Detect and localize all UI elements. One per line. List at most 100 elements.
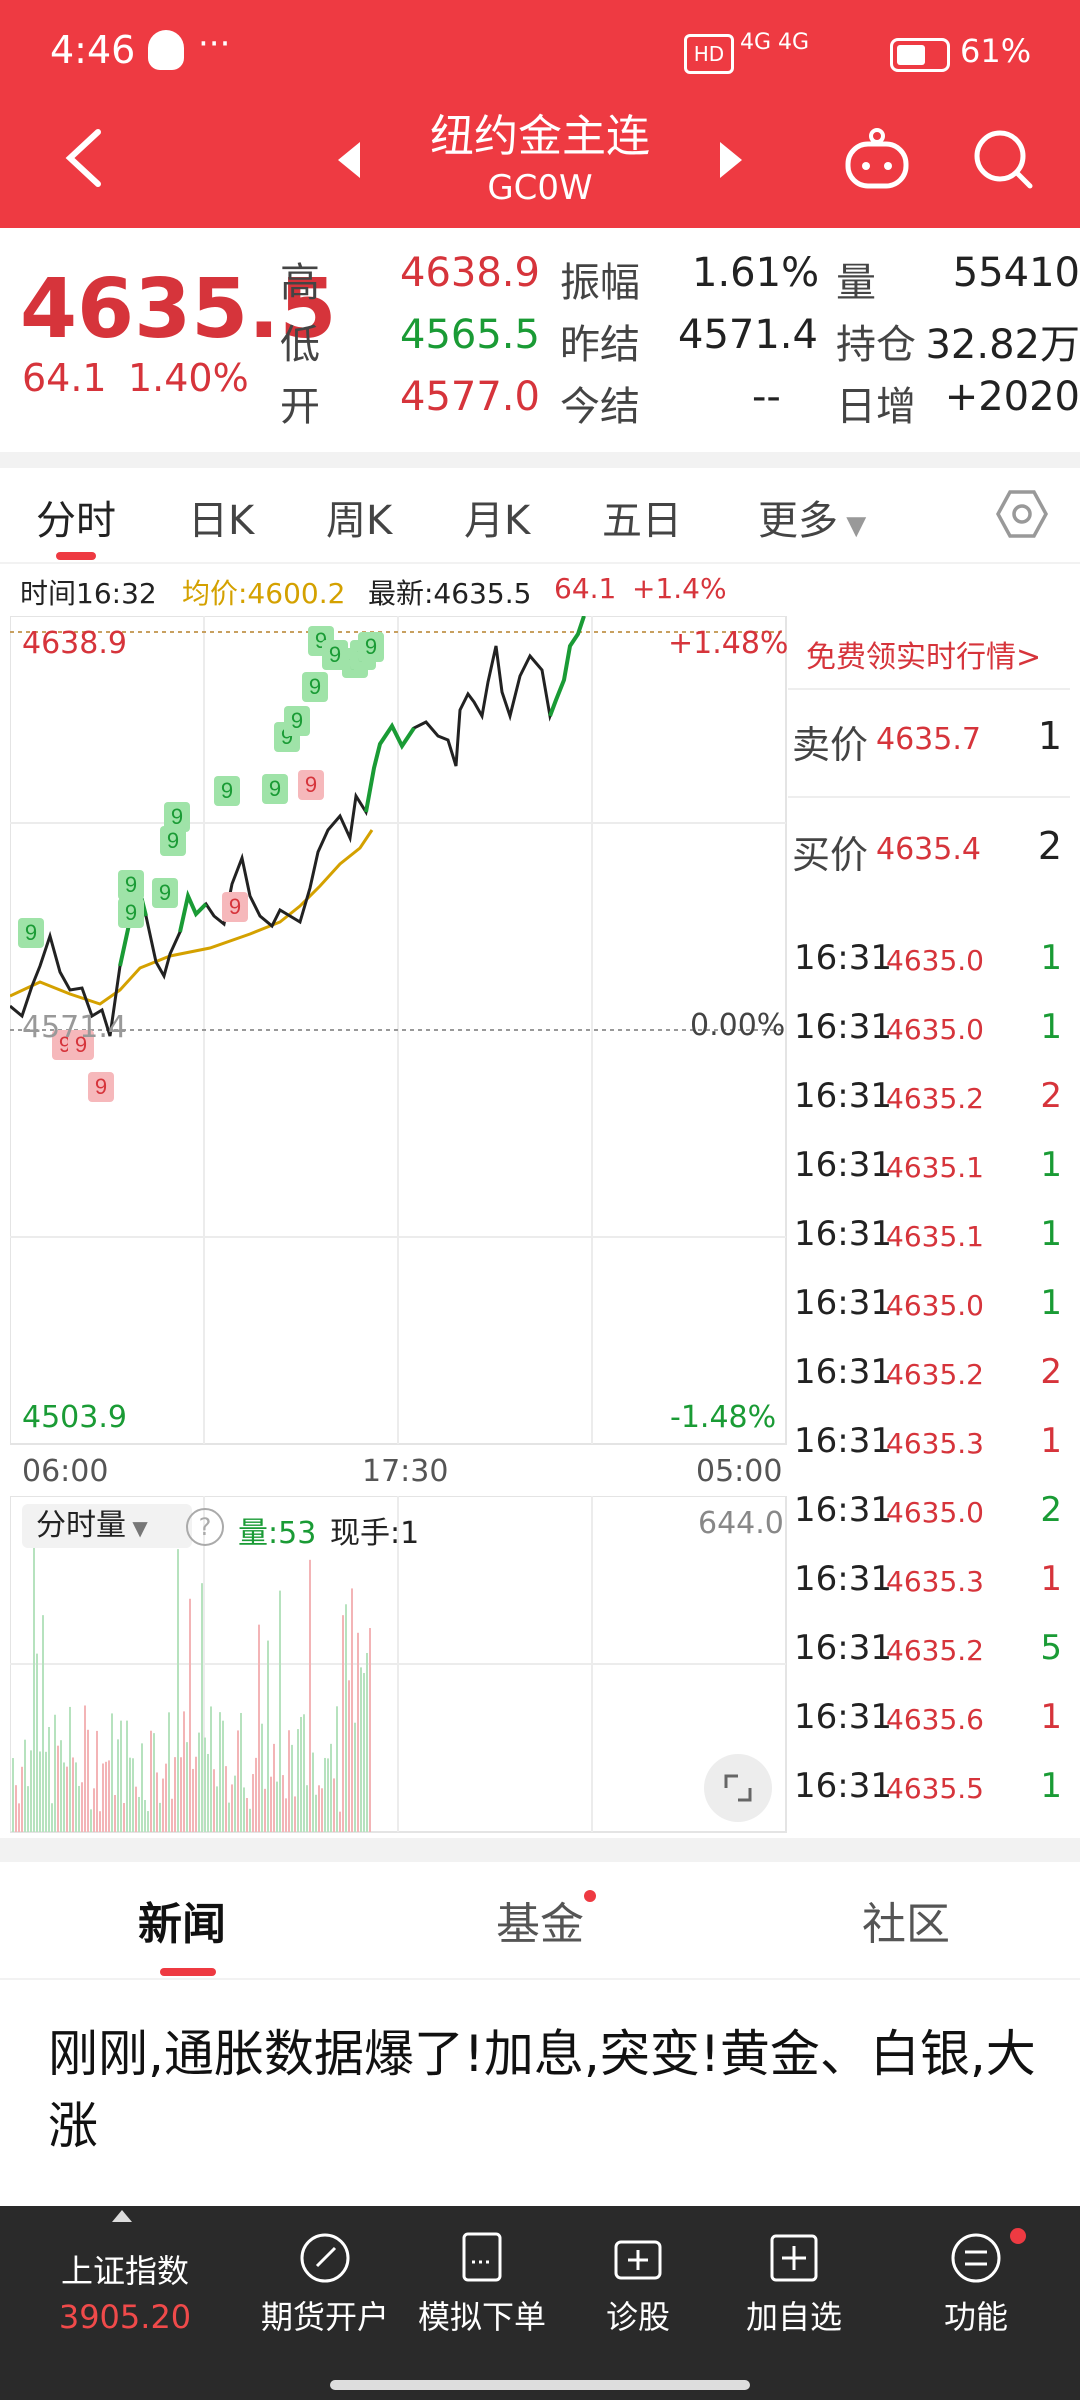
tick-price: 4635.1 [886,1151,984,1184]
tick-time: 16:31 [794,1559,892,1599]
volume-bar [63,1762,65,1832]
volume-bar [273,1743,275,1832]
divider [0,1978,1080,1980]
chevron-down-icon: ▼ [838,511,867,541]
volume-selector[interactable]: 分时量 ▼ [22,1504,192,1548]
svg-text:9: 9 [25,920,37,945]
avg-price: 均价:4600.2 [182,577,346,610]
home-indicator [330,2380,750,2390]
settings-icon[interactable] [996,488,1048,540]
y-axis-mid-pct: 0.00% [690,1008,786,1043]
tab-monthly-k[interactable]: 月K [464,488,530,546]
tick-time: 16:31 [794,1007,892,1047]
promo-banner[interactable]: 免费领实时行情> [788,616,1070,690]
tick-time: 16:31 [794,1766,892,1806]
tick-row: 16:31 4635.2 2 [790,1352,1070,1421]
svg-text:9: 9 [365,634,377,659]
tick-time: 16:31 [794,1076,892,1116]
volume-bar [366,1652,368,1832]
tab-community[interactable]: 社区 [862,1888,950,1952]
price-change: 64.1 [22,356,107,400]
volume-bar [243,1787,245,1832]
sell-qty: 1 [1037,714,1062,758]
nav-futures-account[interactable]: 期货开户 [250,2206,400,2376]
volume-bar [156,1772,158,1832]
volume-bar [186,1742,188,1832]
crosshair-time: 时间16:32 [20,577,157,610]
volume-bar [363,1673,365,1832]
tab-weekly-k[interactable]: 周K [326,488,392,546]
tick-qty: 1 [1040,1214,1062,1254]
tick-price: 4635.5 [886,1772,984,1805]
volume-bar [36,1653,38,1832]
volume-bar [369,1628,371,1832]
tick-row: 16:31 4635.5 1 [790,1766,1070,1835]
volume-bar [201,1583,203,1832]
volume-bar [33,1536,35,1832]
volume-bar [42,1615,44,1832]
tab-intraday[interactable]: 分时 [36,488,116,546]
nav-stock-diagnosis[interactable]: 诊股 [568,2206,708,2376]
tab-more[interactable]: 更多 ▼ [758,488,866,546]
volume-bar [183,1711,185,1832]
volume-bar [327,1758,329,1832]
tick-qty: 5 [1040,1628,1062,1668]
svg-text:9: 9 [125,872,137,897]
volume-bar [129,1757,131,1832]
search-icon[interactable] [970,126,1036,192]
volume-bar [144,1800,146,1832]
tick-time: 16:31 [794,1145,892,1185]
low-label: 低 [280,322,320,368]
volume-bar [330,1743,332,1832]
prev-settle-label: 昨结 [560,322,640,368]
tab-five-day[interactable]: 五日 [602,488,682,546]
svg-text:9: 9 [159,880,171,905]
svg-text:9: 9 [329,642,341,667]
tab-fund[interactable]: 基金 [496,1888,584,1952]
volume-bar [132,1758,134,1832]
nav-simulated-order[interactable]: 模拟下单 [404,2206,560,2376]
chevron-up-icon[interactable] [110,2208,134,2224]
tab-news[interactable]: 新闻 [138,1888,226,1952]
help-icon[interactable]: ? [186,1508,224,1546]
volume-bar [72,1757,74,1832]
battery-level: 61% [960,32,1032,70]
tick-row: 16:31 4635.2 2 [790,1076,1070,1145]
volume-bar [45,1751,47,1832]
tick-qty: 2 [1040,1076,1062,1116]
volume-bar [93,1788,95,1832]
volume-bar [168,1712,170,1832]
volume-bar [54,1714,56,1832]
volume-bar [282,1775,284,1832]
svg-text:9: 9 [291,708,303,733]
tick-qty: 1 [1040,938,1062,978]
volume-bar [255,1757,257,1832]
svg-text:9: 9 [95,1074,107,1099]
tick-price: 4635.0 [886,1013,984,1046]
assistant-robot-icon[interactable] [842,126,912,192]
svg-text:9: 9 [269,776,281,801]
tick-row: 16:31 4635.6 1 [790,1697,1070,1766]
volume-bar [207,1753,209,1832]
news-headline[interactable]: 刚刚,通胀数据爆了!加息,突变!黄金、白银,大涨 [48,2018,1038,2162]
tick-price: 4635.0 [886,944,984,977]
tick-time: 16:31 [794,1697,892,1737]
svg-text:9: 9 [305,772,317,797]
volume-bar [177,1549,179,1832]
volume-bar [222,1720,224,1832]
fullscreen-icon[interactable] [704,1754,772,1822]
tab-daily-k[interactable]: 日K [188,488,254,546]
next-contract-icon[interactable] [716,140,746,180]
index-name[interactable]: 上证指数 [0,2246,250,2292]
volume-bar [219,1712,221,1832]
volume-bar [120,1720,122,1832]
volume-bar [204,1737,206,1832]
nav-add-watchlist[interactable]: 加自选 [724,2206,864,2376]
x-axis-start: 06:00 [22,1454,109,1489]
volume-bar [267,1640,269,1832]
diagnosis-icon [614,2240,662,2280]
volume-bar [138,1796,140,1832]
volume-bar [27,1786,29,1832]
tick-time: 16:31 [794,1283,892,1323]
open-label: 开 [280,384,320,430]
